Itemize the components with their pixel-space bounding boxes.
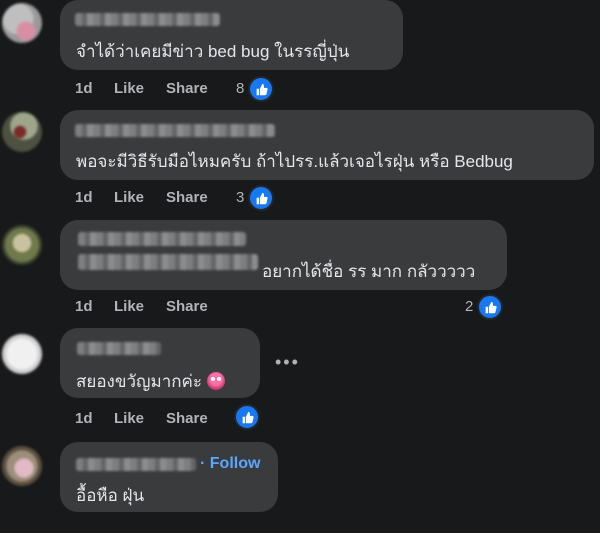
comment-bubble: อยากได้ชื่อ รร มาก กลัววววว bbox=[60, 220, 507, 290]
avatar[interactable] bbox=[2, 3, 42, 43]
reaction-count[interactable]: 8 bbox=[236, 80, 244, 97]
reaction-count[interactable]: 2 bbox=[465, 298, 473, 315]
thumbs-up-icon[interactable] bbox=[234, 404, 260, 430]
commenter-name-blurred[interactable] bbox=[78, 254, 258, 270]
thumbs-up-icon[interactable] bbox=[248, 185, 274, 211]
share-button[interactable]: Share bbox=[166, 298, 208, 315]
comment-bubble: สยองขวัญมากค่ะ bbox=[60, 328, 260, 398]
comment-text: อยากได้ชื่อ รร มาก กลัววววว bbox=[262, 262, 476, 281]
comment-time[interactable]: 1d bbox=[75, 189, 93, 206]
commenter-name-blurred[interactable] bbox=[78, 232, 246, 246]
like-button[interactable]: Like bbox=[114, 80, 144, 97]
thumbs-up-icon[interactable] bbox=[248, 76, 274, 102]
commenter-name-blurred[interactable] bbox=[75, 13, 220, 26]
comment-time[interactable]: 1d bbox=[75, 80, 93, 97]
like-button[interactable]: Like bbox=[114, 410, 144, 427]
comment-text: พอจะมีวิธีรับมือไหมครับ ถ้าไปรร.แล้วเจอไ… bbox=[76, 152, 513, 171]
like-button[interactable]: Like bbox=[114, 189, 144, 206]
more-options-icon[interactable]: ••• bbox=[275, 352, 300, 373]
follow-separator: · bbox=[200, 455, 206, 472]
comment-text-value: สยองขวัญมากค่ะ bbox=[76, 372, 203, 391]
comment-text: จำได้ว่าเคยมีข่าว bed bug ในรรญี่ปุ่น bbox=[76, 42, 350, 61]
comment-bubble: จำได้ว่าเคยมีข่าว bed bug ในรรญี่ปุ่น bbox=[60, 0, 403, 70]
comment-text: สยองขวัญมากค่ะ bbox=[76, 368, 225, 395]
comment-time[interactable]: 1d bbox=[75, 410, 93, 427]
commenter-name-blurred[interactable] bbox=[77, 342, 161, 355]
comment-text: อื้อหือ ฝุ่น bbox=[76, 486, 145, 505]
share-button[interactable]: Share bbox=[166, 80, 208, 97]
reaction-count[interactable]: 3 bbox=[236, 189, 244, 206]
follow-label[interactable]: Follow bbox=[210, 455, 261, 472]
commenter-name-blurred[interactable] bbox=[75, 124, 275, 137]
avatar[interactable] bbox=[2, 446, 42, 486]
commenter-name-blurred[interactable] bbox=[76, 458, 196, 471]
face-with-spiral-eyes-icon bbox=[206, 372, 225, 390]
share-button[interactable]: Share bbox=[166, 410, 208, 427]
like-button[interactable]: Like bbox=[114, 298, 144, 315]
comment-bubble: พอจะมีวิธีรับมือไหมครับ ถ้าไปรร.แล้วเจอไ… bbox=[60, 110, 594, 180]
follow-link[interactable]: · Follow bbox=[200, 455, 260, 473]
avatar[interactable] bbox=[2, 112, 42, 152]
avatar[interactable] bbox=[2, 225, 42, 265]
share-button[interactable]: Share bbox=[166, 189, 208, 206]
avatar[interactable] bbox=[2, 334, 42, 374]
comment-time[interactable]: 1d bbox=[75, 298, 93, 315]
comment-bubble: · Follow อื้อหือ ฝุ่น bbox=[60, 442, 278, 512]
thumbs-up-icon[interactable] bbox=[477, 294, 503, 320]
